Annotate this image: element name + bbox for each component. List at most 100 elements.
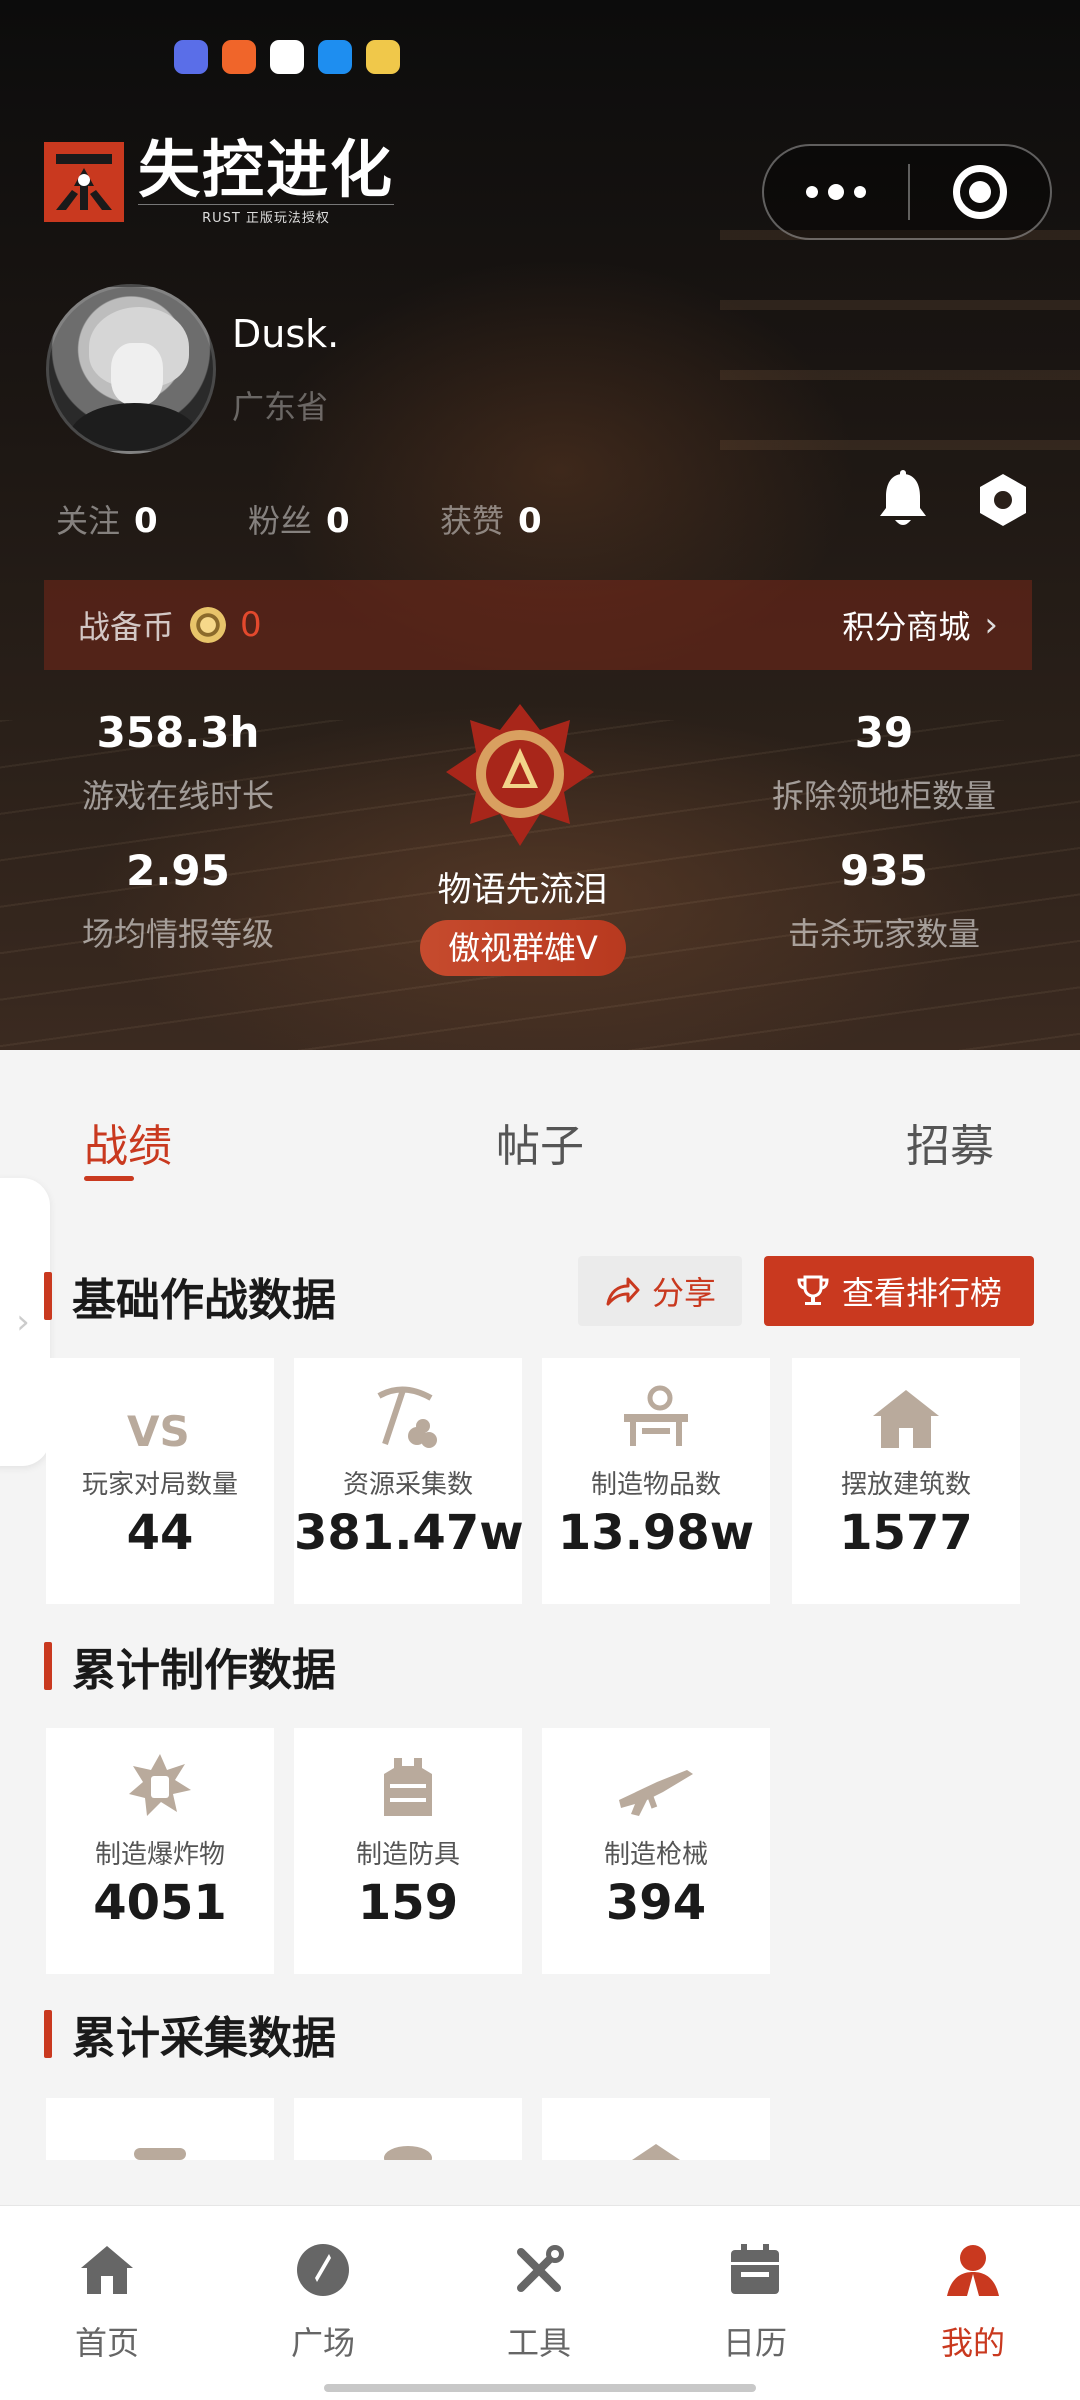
dots-app-icon <box>222 40 256 74</box>
armor-label: 制造防具 <box>355 1840 460 1870</box>
section-title-basic: 基础作战数据 <box>44 1264 336 1328</box>
stat-card-matches[interactable]: VS 玩家对局数量 44 <box>46 1358 274 1604</box>
leaderboard-label: 查看排行榜 <box>841 1274 1002 1312</box>
svg-text:VS: VS <box>127 1407 190 1450</box>
vs-icon: VS <box>127 1407 190 1450</box>
explosive-icon <box>129 1754 191 1816</box>
likes-label: 获赞 <box>440 502 505 540</box>
craft-section-title: 累计制作数据 <box>72 1645 336 1696</box>
share-button[interactable]: 分享 <box>578 1256 742 1326</box>
more-options-button[interactable] <box>764 144 908 240</box>
intel-label: 场均情报等级 <box>81 915 274 953</box>
crafted-label: 制造物品数 <box>590 1470 721 1500</box>
assistant-app-icon <box>366 40 400 74</box>
nav-mine[interactable]: 我的 <box>898 2238 1048 2364</box>
logo-emblem-icon <box>44 142 124 222</box>
nav-home-label: 首页 <box>74 2324 139 2362</box>
coin-label: 战备币 <box>78 608 175 646</box>
kills-label: 击杀玩家数量 <box>787 915 980 953</box>
section-title-craft: 累计制作数据 <box>44 1634 336 1698</box>
nav-mine-label: 我的 <box>940 2324 1005 2362</box>
online-time-label: 游戏在线时长 <box>81 777 274 815</box>
stat-online-time: 358.3h 游戏在线时长 <box>48 708 308 817</box>
dot-icon <box>806 186 818 198</box>
coin-value: 0 <box>240 605 262 645</box>
tab-recruit[interactable]: 招募 <box>906 1110 994 1174</box>
points-shop-link[interactable]: 积分商城 › <box>842 602 998 648</box>
app-logo: 失控进化 RUST 正版玩法授权 <box>44 133 395 226</box>
close-miniprogram-button[interactable] <box>910 144 1050 240</box>
matches-value: 44 <box>126 1505 194 1561</box>
nav-tools-label: 工具 <box>506 2324 571 2362</box>
active-tab-indicator <box>84 1176 134 1181</box>
house-icon <box>873 1390 939 1448</box>
gathered-value: 381.47w <box>294 1505 524 1561</box>
compass-icon <box>297 2244 349 2296</box>
stat-card-guns[interactable]: 制造枪械 394 <box>542 1728 770 1974</box>
chevron-right-icon: › <box>984 605 998 645</box>
fans-count[interactable]: 粉丝 0 <box>248 496 440 542</box>
cabinets-value: 39 <box>854 708 914 757</box>
settings-icon[interactable] <box>976 472 1030 528</box>
nav-calendar[interactable]: 日历 <box>680 2238 830 2364</box>
online-time-value: 358.3h <box>96 708 260 757</box>
nav-square-label: 广场 <box>290 2324 355 2362</box>
stat-card-gather-2[interactable] <box>294 2098 522 2160</box>
stat-card-armor[interactable]: 制造防具 159 <box>294 1728 522 1974</box>
system-home-indicator[interactable] <box>324 2384 756 2392</box>
miniprogram-capsule <box>762 144 1052 240</box>
nav-home[interactable]: 首页 <box>32 2238 182 2364</box>
stat-card-buildings[interactable]: 摆放建筑数 1577 <box>792 1358 1020 1604</box>
explosives-value: 4051 <box>93 1875 227 1931</box>
rank-medal-icon <box>446 704 594 846</box>
explosives-label: 制造爆炸物 <box>94 1840 225 1870</box>
follow-label: 关注 <box>56 502 121 540</box>
status-bar-app-icons <box>174 40 400 74</box>
pickaxe-icon <box>377 1386 437 1448</box>
buildings-label: 摆放建筑数 <box>840 1470 971 1500</box>
side-drawer-handle[interactable]: › <box>0 1178 50 1466</box>
crafted-value: 13.98w <box>557 1505 755 1561</box>
points-shop-label: 积分商城 <box>842 608 971 646</box>
nav-calendar-label: 日历 <box>722 2324 787 2362</box>
stat-card-explosives[interactable]: 制造爆炸物 4051 <box>46 1728 274 1974</box>
follow-count[interactable]: 关注 0 <box>56 496 248 542</box>
background-shelf <box>720 230 1080 490</box>
target-icon <box>953 165 1007 219</box>
likes-count[interactable]: 获赞 0 <box>440 496 632 542</box>
armor-vest-icon <box>384 1758 432 1816</box>
nav-square[interactable]: 广场 <box>248 2238 398 2364</box>
dot-icon <box>854 186 866 198</box>
stat-card-crafted[interactable]: 制造物品数 13.98w <box>542 1358 770 1604</box>
stat-card-gather-1[interactable] <box>46 2098 274 2160</box>
stone-icon <box>384 2146 432 2160</box>
workbench-icon <box>624 1385 688 1446</box>
tools-icon <box>517 2245 564 2292</box>
profile-tabs: 战绩 帖子 招募 <box>0 1050 1080 1200</box>
rifle-icon <box>619 1770 693 1816</box>
matches-label: 玩家对局数量 <box>81 1470 238 1500</box>
section-accent-bar <box>44 1642 52 1690</box>
intel-value: 2.95 <box>126 846 230 895</box>
ore-icon <box>632 2144 680 2160</box>
stat-cabinets: 39 拆除领地柜数量 <box>754 708 1014 817</box>
chevron-right-icon: › <box>16 1302 30 1342</box>
logo-title: 失控进化 <box>138 133 395 206</box>
stat-intel-level: 2.95 场均情报等级 <box>48 846 308 955</box>
share-arrow-icon <box>606 1277 640 1306</box>
nav-tools[interactable]: 工具 <box>464 2238 614 2364</box>
cabinets-label: 拆除领地柜数量 <box>771 777 996 815</box>
guns-label: 制造枪械 <box>603 1840 708 1870</box>
tab-battle-record[interactable]: 战绩 <box>84 1110 172 1174</box>
bell-icon[interactable] <box>876 470 930 530</box>
stat-card-gather-3[interactable] <box>542 2098 770 2160</box>
view-leaderboard-button[interactable]: 查看排行榜 <box>764 1256 1034 1326</box>
home-icon <box>81 2246 133 2294</box>
rank-badge[interactable]: 傲视群雄V <box>420 920 626 976</box>
stat-kills: 935 击杀玩家数量 <box>754 846 1014 955</box>
stat-card-gathered[interactable]: 资源采集数 381.47w <box>294 1358 524 1604</box>
bottom-navigation: 首页 广场 工具 日历 我的 <box>0 2205 1080 2400</box>
armor-value: 159 <box>357 1875 459 1931</box>
avatar[interactable] <box>46 284 216 454</box>
tab-posts[interactable]: 帖子 <box>496 1110 584 1174</box>
